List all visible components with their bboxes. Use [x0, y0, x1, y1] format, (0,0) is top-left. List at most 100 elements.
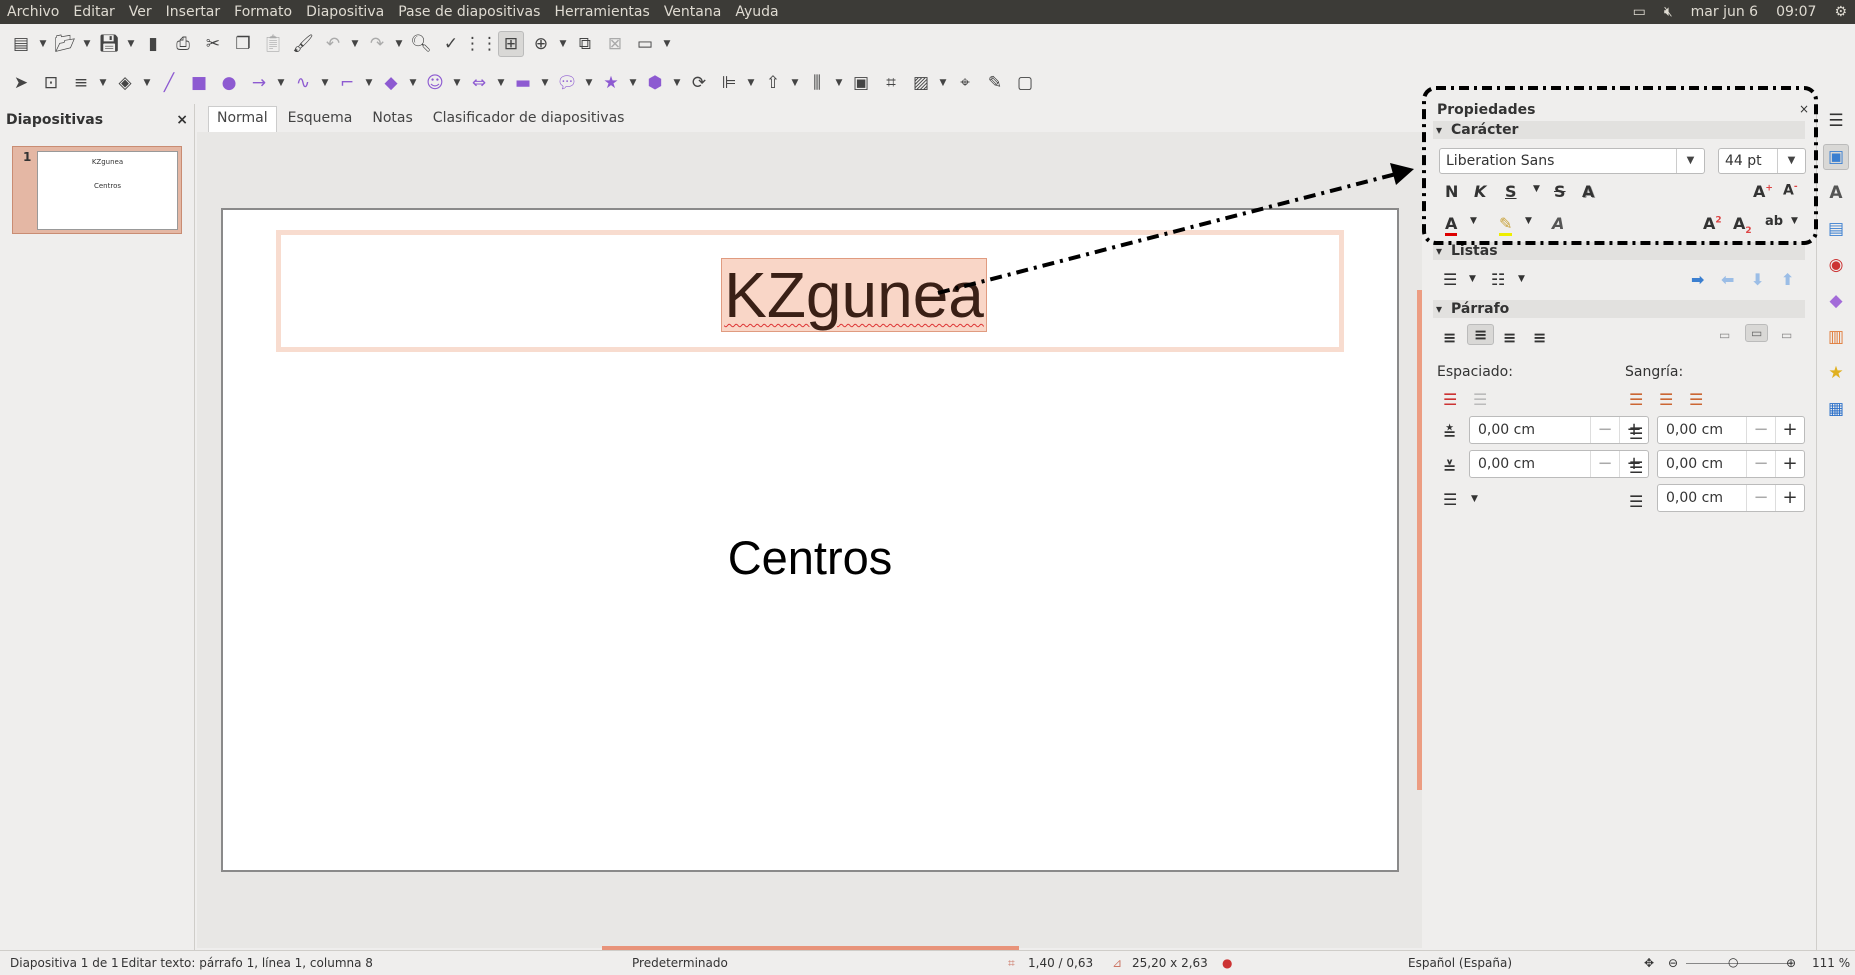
rectangle-icon[interactable]: ■	[186, 70, 212, 96]
underline-icon[interactable]: S	[1505, 182, 1517, 201]
tab-outline[interactable]: Esquema	[279, 106, 362, 132]
lists-section-header[interactable]: Listas	[1433, 242, 1805, 260]
line-color-icon[interactable]: ≡	[68, 70, 94, 96]
menu-icon[interactable]: ☰	[1823, 108, 1849, 134]
save-icon[interactable]: 💾︎	[96, 31, 122, 57]
below-spacing-input[interactable]: 0,00 cm − +	[1469, 450, 1649, 478]
zoom-in-icon[interactable]: ⊕	[1786, 956, 1796, 970]
align-bottom-icon[interactable]: ▭	[1781, 328, 1792, 342]
master-slides-icon[interactable]: ▥	[1823, 324, 1849, 350]
chevron-down-icon[interactable]: ▼	[350, 39, 360, 49]
font-color-icon[interactable]: A	[1445, 214, 1458, 236]
flowchart-icon[interactable]: ▬	[510, 70, 536, 96]
animation-icon[interactable]: ★	[1823, 360, 1849, 386]
chevron-down-icon[interactable]: ▼	[790, 78, 800, 88]
chevron-down-icon[interactable]: ▼	[1518, 274, 1525, 284]
fill-color-icon[interactable]: ◈	[112, 70, 138, 96]
clone-format-icon[interactable]: 🖌︎	[290, 31, 316, 57]
decrement-button[interactable]: −	[1746, 417, 1775, 443]
delete-slide-icon[interactable]: ⊠	[602, 31, 628, 57]
points-icon[interactable]: ⌖	[952, 70, 978, 96]
rotate-icon[interactable]: ⟳	[686, 70, 712, 96]
gear-icon[interactable]: ⚙	[1834, 4, 1847, 20]
line-spacing-icon[interactable]: ☰	[1443, 490, 1457, 509]
chevron-down-icon[interactable]: ▼	[938, 78, 948, 88]
slide-title-text[interactable]: KZgunea	[721, 258, 987, 332]
menu-8[interactable]: Ventana	[657, 4, 729, 20]
increase-spacing-icon[interactable]: ☰	[1443, 390, 1457, 409]
shadow-icon[interactable]: ▣	[848, 70, 874, 96]
align-right-icon[interactable]: ≡	[1503, 328, 1516, 347]
gallery-icon[interactable]: ▤	[1823, 216, 1849, 242]
menu-6[interactable]: Pase de diapositivas	[391, 4, 547, 20]
increment-button[interactable]: +	[1775, 451, 1804, 477]
demote-icon[interactable]: ➡	[1691, 270, 1704, 289]
undo-icon[interactable]: ↶	[320, 31, 346, 57]
menu-9[interactable]: Ayuda	[728, 4, 785, 20]
chevron-down-icon[interactable]: ▼	[364, 78, 374, 88]
character-section-header[interactable]: Carácter	[1433, 121, 1805, 139]
distribute-icon[interactable]: ⫼	[804, 70, 830, 96]
menu-5[interactable]: Diapositiva	[299, 4, 391, 20]
grid-icon[interactable]: ⋮⋮	[464, 31, 498, 57]
title-placeholder[interactable]: KZgunea	[276, 230, 1344, 352]
move-up-icon[interactable]: ⬆	[1781, 270, 1794, 289]
align-left-icon[interactable]: ≡	[1443, 328, 1456, 347]
callouts-icon[interactable]: 💬︎	[554, 70, 580, 96]
bold-icon[interactable]: N	[1445, 182, 1458, 201]
line-icon[interactable]: ╱	[156, 70, 182, 96]
decrement-button[interactable]: −	[1746, 485, 1775, 511]
menu-2[interactable]: Ver	[122, 4, 159, 20]
increase-font-icon[interactable]: A+	[1753, 182, 1773, 201]
before-indent-input[interactable]: 0,00 cm − +	[1657, 416, 1805, 444]
duplicate-slide-icon[interactable]: ⧉	[572, 31, 598, 57]
chevron-down-icon[interactable]: ▼	[394, 39, 404, 49]
ordered-list-icon[interactable]: ☷	[1491, 270, 1505, 289]
glue-points-icon[interactable]: ✎	[982, 70, 1008, 96]
move-down-icon[interactable]: ⬇	[1751, 270, 1764, 289]
chevron-down-icon[interactable]: ▼	[628, 78, 638, 88]
close-icon[interactable]: ×	[1799, 102, 1809, 116]
superscript-icon[interactable]: A2	[1703, 214, 1722, 233]
date[interactable]: mar jun 6	[1691, 4, 1758, 20]
slide-canvas[interactable]: KZgunea Centros	[221, 208, 1399, 872]
arrange-icon[interactable]: ⇧	[760, 70, 786, 96]
fit-slide-icon[interactable]: ✥	[1644, 956, 1654, 970]
chevron-down-icon[interactable]: ▼	[1469, 274, 1476, 284]
copy-icon[interactable]: ❐	[230, 31, 256, 57]
ellipse-icon[interactable]: ●	[216, 70, 242, 96]
above-spacing-input[interactable]: 0,00 cm − +	[1469, 416, 1649, 444]
new-slide-icon[interactable]: ⊕	[528, 31, 554, 57]
connector-icon[interactable]: ⌐	[334, 70, 360, 96]
navigator-icon[interactable]: ◉	[1823, 252, 1849, 278]
chevron-down-icon[interactable]: ▼	[142, 78, 152, 88]
chevron-down-icon[interactable]: ▼	[1533, 184, 1540, 194]
chevron-down-icon[interactable]: ▼	[672, 78, 682, 88]
shapes-icon[interactable]: ◆	[1823, 288, 1849, 314]
spellcheck-icon[interactable]: ✓	[438, 31, 464, 57]
slide-transition-icon[interactable]: ▦	[1823, 396, 1849, 422]
curve-icon[interactable]: ∿	[290, 70, 316, 96]
chevron-down-icon[interactable]: ▼	[38, 39, 48, 49]
snap-guides-icon[interactable]: ⊞	[498, 31, 524, 57]
slide-subtitle-text[interactable]: Centros	[223, 530, 1397, 585]
chevron-down-icon[interactable]: ▼	[1676, 149, 1704, 173]
subscript-icon[interactable]: A2	[1733, 214, 1752, 236]
chevron-down-icon[interactable]: ▼	[558, 39, 568, 49]
zoom-slider[interactable]	[1686, 963, 1792, 964]
decrease-indent-icon[interactable]: ☰	[1659, 390, 1673, 409]
symbol-shapes-icon[interactable]: ☺	[422, 70, 448, 96]
chevron-down-icon[interactable]: ▼	[746, 78, 756, 88]
chevron-down-icon[interactable]: ▼	[496, 78, 506, 88]
decrement-button[interactable]: −	[1590, 451, 1619, 477]
chevron-down-icon[interactable]: ▼	[1777, 149, 1805, 173]
open-icon[interactable]: 📂︎	[52, 31, 78, 57]
chevron-down-icon[interactable]: ▼	[408, 78, 418, 88]
chevron-down-icon[interactable]: ▼	[1791, 216, 1798, 226]
export-pdf-icon[interactable]: ▮	[140, 31, 166, 57]
zoom-slider-handle[interactable]: ○	[1728, 955, 1738, 969]
redo-icon[interactable]: ↷	[364, 31, 390, 57]
character-spacing-icon[interactable]: ab	[1765, 214, 1783, 229]
select-icon[interactable]: ➤	[8, 70, 34, 96]
chevron-down-icon[interactable]: ▼	[126, 39, 136, 49]
